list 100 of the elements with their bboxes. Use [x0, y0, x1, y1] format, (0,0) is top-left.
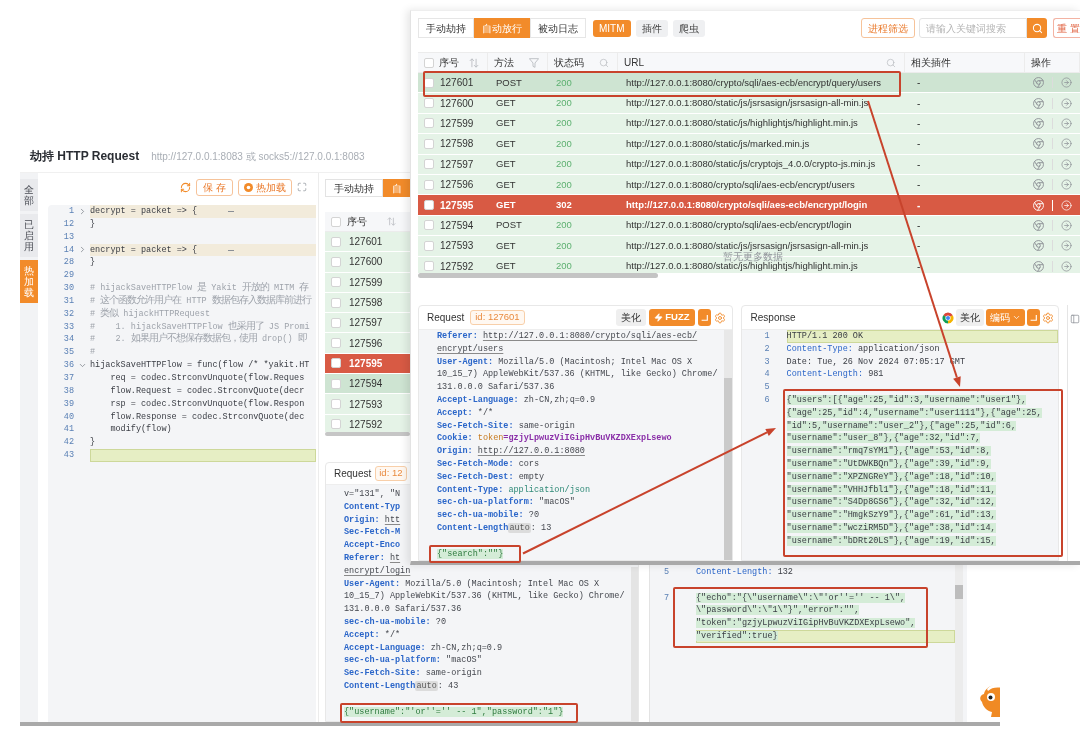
table-row[interactable]: 127595 [325, 353, 410, 375]
table-row[interactable]: 127596 [325, 333, 410, 354]
round-logo-icon[interactable] [942, 311, 954, 324]
mode-tab[interactable]: 手动劫持 [418, 18, 474, 38]
beautify-button[interactable]: 美化 [616, 309, 647, 326]
checkbox[interactable] [424, 200, 434, 211]
column-label: 序号 [347, 215, 367, 229]
checkbox[interactable] [331, 236, 341, 247]
checkbox[interactable] [424, 118, 434, 129]
panel-toggle-icon[interactable] [1070, 314, 1080, 324]
table-row[interactable]: 127595 GET 302 http://127.0.0.1:8080/crypto/sqli/aes-ecb/encrypt/login - [418, 195, 1080, 216]
settings-icon[interactable] [1042, 311, 1054, 324]
refresh-icon[interactable] [180, 181, 192, 193]
checkbox[interactable] [331, 256, 341, 267]
fold-dash-icon[interactable] [227, 249, 234, 251]
browser-icon[interactable] [1033, 219, 1044, 231]
browser-icon[interactable] [1033, 240, 1044, 252]
checkbox[interactable] [424, 57, 434, 68]
table-row[interactable]: 127594 POST 200 http://127.0.0.1:8080/crypto/sqli/aes-ecb/encrypt/login - [418, 215, 1080, 237]
source-tag[interactable]: 插件 [635, 19, 668, 37]
checkbox[interactable] [331, 399, 341, 409]
table-row[interactable]: 127599 GET 200 http://127.0.0.1:8080/static/js/highlightjs/highlight.min.js - [418, 113, 1080, 135]
table-row[interactable]: 127600 GET 200 http://127.0.0.1:8080/static/js/jsrsasign/jsrsasign-all-min.js - [418, 93, 1080, 114]
browser-icon[interactable] [1033, 179, 1044, 191]
filter-icon[interactable] [529, 57, 539, 68]
code-line: Content-Length: 981 [786, 368, 885, 382]
expand-icon[interactable] [297, 182, 307, 192]
scrollbar[interactable] [631, 567, 638, 721]
checkbox[interactable] [331, 317, 341, 328]
code-editor[interactable] [48, 205, 316, 722]
checkbox[interactable] [424, 138, 434, 149]
table-row[interactable]: 127598 [325, 292, 410, 314]
scrollbar[interactable] [723, 330, 732, 560]
arrow-circle-icon[interactable] [1061, 138, 1072, 150]
browser-icon[interactable] [1033, 138, 1044, 150]
checkbox[interactable] [331, 358, 341, 369]
sort-icon[interactable] [387, 217, 396, 226]
table-row[interactable]: 127594 [325, 374, 410, 395]
search-icon[interactable] [599, 57, 609, 68]
browser-icon[interactable] [1033, 77, 1044, 89]
search-field[interactable]: 请输入关键词搜索 [919, 18, 1028, 38]
sort-icon[interactable] [469, 57, 479, 68]
table-row[interactable]: 127597 GET 200 http://127.0.0.1:8080/static/js/cryptojs_4.0.0/crypto-js.min.js - [418, 154, 1080, 175]
checkbox[interactable] [424, 220, 434, 231]
arrow-circle-icon[interactable] [1061, 77, 1072, 89]
search-icon[interactable] [886, 57, 896, 68]
browser-icon[interactable] [1033, 260, 1044, 272]
checkbox[interactable] [331, 297, 341, 308]
header-line: sec-ch-ua-mobile: ?0 [344, 615, 447, 629]
checkbox[interactable] [424, 159, 434, 170]
reset-button[interactable]: 重 置 [1053, 18, 1080, 38]
url-text: http://127.0.0.1:8080/crypto/sqli/aes-ecb/encrypt/users [626, 177, 855, 192]
checkbox[interactable] [424, 179, 434, 190]
table-row[interactable]: 127598 GET 200 http://127.0.0.1:8080/static/js/marked.min.js - [418, 134, 1080, 155]
browser-icon[interactable] [1033, 158, 1044, 170]
line-number: 39 [62, 397, 74, 411]
table-row[interactable]: 127601 [325, 232, 410, 253]
table-row[interactable]: 127593 [325, 394, 410, 415]
beautify-button[interactable]: 美化 [956, 309, 984, 326]
toggle-button[interactable] [697, 309, 711, 326]
checkbox[interactable] [331, 419, 341, 430]
plugin-text: - [917, 76, 921, 91]
arrow-circle-icon[interactable] [1061, 260, 1072, 272]
arrow-circle-icon[interactable] [1061, 117, 1072, 129]
arrow-circle-icon[interactable] [1061, 97, 1072, 109]
fold-dash-icon[interactable] [227, 211, 234, 212]
table-row[interactable]: 127600 [325, 252, 410, 273]
checkbox[interactable] [331, 277, 341, 288]
scrollbar[interactable] [955, 565, 963, 722]
checkbox[interactable] [424, 261, 434, 272]
browser-icon[interactable] [1033, 97, 1044, 109]
scrollbar[interactable] [418, 273, 658, 278]
checkbox[interactable] [331, 338, 341, 349]
checkbox[interactable] [424, 77, 434, 88]
source-tag[interactable]: 爬虫 [672, 19, 705, 37]
settings-icon[interactable] [713, 311, 726, 324]
mode-tab[interactable]: 手动劫持 [325, 179, 383, 197]
side-tab[interactable]: 已启用 [20, 214, 38, 257]
method-text: POST [496, 75, 522, 90]
table-row[interactable]: 127599 [325, 272, 410, 293]
toggle-button[interactable] [1027, 309, 1040, 326]
table-row[interactable]: 127601 POST 200 http://127.0.0.1:8080/crypto/sqli/aes-ecb/encrypt/query/users - [418, 73, 1080, 94]
checkbox[interactable] [424, 98, 434, 109]
table-row[interactable]: 127596 GET 200 http://127.0.0.1:8080/crypto/sqli/aes-ecb/encrypt/users - [418, 174, 1080, 196]
scrollbar[interactable] [325, 432, 410, 436]
checkbox[interactable] [331, 216, 341, 227]
arrow-circle-icon[interactable] [1061, 179, 1072, 191]
table-row[interactable]: 127597 [325, 313, 410, 334]
checkbox[interactable] [331, 378, 341, 389]
checkbox[interactable] [424, 240, 434, 251]
arrow-circle-icon[interactable] [1061, 219, 1072, 231]
arrow-circle-icon[interactable] [1061, 240, 1072, 252]
mode-tab[interactable]: 被动日志 [530, 18, 586, 38]
code-comment: # hijackSaveHTTPFlow 是 Yakit 开放的 MITM 存 [90, 282, 310, 294]
arrow-circle-icon[interactable] [1061, 158, 1072, 170]
line-number: 5 [763, 381, 770, 394]
search-button[interactable] [1027, 18, 1048, 38]
row-id: 127600 [349, 255, 383, 270]
side-tab[interactable]: 全部 [20, 179, 38, 211]
browser-icon[interactable] [1033, 117, 1044, 129]
